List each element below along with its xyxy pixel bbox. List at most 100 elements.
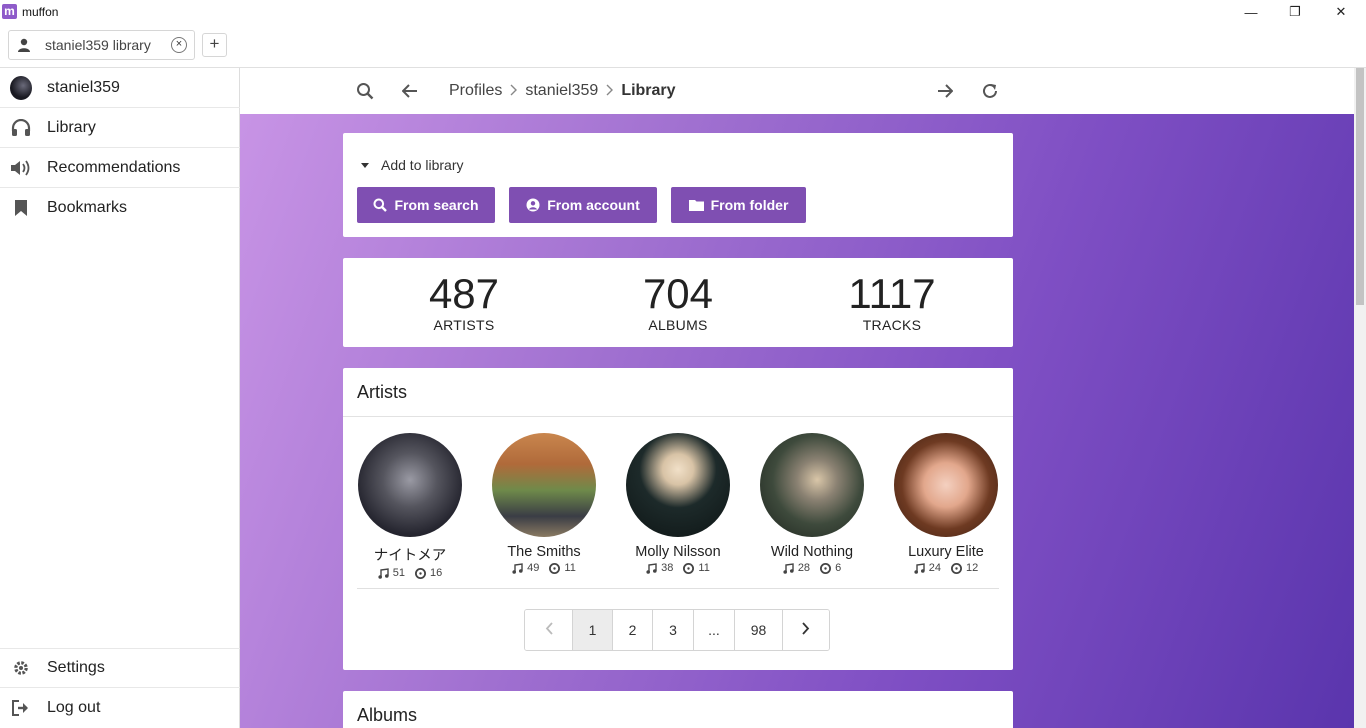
sidebar: staniel359 Library Recommendations Bookm… [0, 68, 240, 728]
stat-tracks[interactable]: 1117 TRACKS [792, 270, 992, 334]
sidebar-item-label: Library [47, 118, 96, 136]
back-arrow-icon[interactable] [399, 80, 421, 102]
sidebar-item-label: staniel359 [47, 78, 120, 96]
stat-label: TRACKS [862, 317, 922, 333]
artist-album-count: 16 [430, 567, 443, 579]
artist-item[interactable]: Wild Nothing 28 6 [750, 433, 874, 574]
artist-image [492, 433, 596, 537]
pagination-page-98[interactable]: 98 [735, 610, 783, 650]
add-to-library-card: Add to library From search From account … [343, 133, 1013, 237]
music-note-icon [378, 567, 389, 579]
stat-value: 487 [428, 270, 500, 317]
stat-artists[interactable]: 487 ARTISTS [364, 270, 564, 334]
music-note-icon [512, 562, 523, 574]
artist-item[interactable]: ナイトメア 51 16 [348, 433, 472, 579]
sidebar-item-settings[interactable]: Settings [0, 648, 240, 688]
pagination-page-2[interactable]: 2 [613, 610, 653, 650]
artist-item[interactable]: Luxury Elite 24 12 [884, 433, 1008, 574]
artist-item[interactable]: The Smiths 49 11 [482, 433, 606, 574]
minimize-button[interactable]: — [1228, 0, 1274, 24]
artist-name: ナイトメア [373, 548, 447, 564]
artist-stats: 51 16 [348, 567, 472, 579]
pagination-ellipsis: ... [694, 610, 735, 650]
artist-item[interactable]: Molly Nilsson 38 11 [616, 433, 740, 574]
album-disc-icon [683, 562, 695, 574]
sidebar-item-profile[interactable]: staniel359 [0, 68, 240, 108]
pagination-prev-button[interactable] [525, 610, 573, 650]
music-note-icon [783, 562, 794, 574]
artist-stats: 24 12 [884, 562, 1008, 574]
album-disc-icon [951, 562, 962, 574]
pagination-page-1[interactable]: 1 [573, 610, 613, 650]
add-to-library-label: Add to library [381, 157, 464, 173]
album-disc-icon [549, 562, 561, 574]
pagination: 1 2 3 ... 98 [524, 609, 830, 651]
user-icon [17, 38, 31, 52]
stat-albums[interactable]: 704 ALBUMS [578, 270, 778, 334]
sidebar-item-recommendations[interactable]: Recommendations [0, 148, 240, 188]
from-folder-button[interactable]: From folder [671, 187, 806, 223]
stat-value: 1117 [848, 270, 936, 317]
artist-track-count: 38 [661, 562, 674, 574]
sidebar-item-bookmarks[interactable]: Bookmarks [0, 188, 240, 228]
tab-staniel359-library[interactable]: staniel359 library × [8, 30, 195, 60]
stat-value: 704 [642, 270, 714, 317]
sidebar-item-label: Log out [47, 699, 101, 716]
section-title: Albums [357, 705, 418, 725]
search-icon [373, 198, 388, 212]
artist-album-count: 11 [698, 562, 710, 574]
artist-track-count: 24 [928, 562, 941, 574]
artist-track-count: 49 [527, 562, 540, 574]
sidebar-item-label: Bookmarks [47, 199, 128, 216]
breadcrumb-staniel359[interactable]: staniel359 [525, 82, 598, 100]
artist-image [626, 433, 730, 537]
artist-image [894, 433, 998, 537]
sidebar-item-label: Settings [47, 659, 105, 676]
music-note-icon [646, 562, 657, 574]
button-label: From search [394, 197, 479, 213]
add-tab-button[interactable]: + [202, 33, 227, 57]
from-account-button[interactable]: From account [509, 187, 657, 223]
tab-strip: staniel359 library × + [0, 24, 1366, 68]
headphones-icon [10, 118, 32, 138]
top-navigation: Profiles staniel359 Library [240, 68, 1354, 114]
add-to-library-toggle[interactable]: Add to library [361, 157, 463, 173]
artist-stats: 38 11 [616, 562, 740, 574]
pagination-next-button[interactable] [783, 610, 829, 650]
artist-track-count: 28 [797, 562, 811, 574]
refresh-icon[interactable] [979, 80, 1001, 102]
artists-card: Artists ナイトメア 51 16 The Smiths 49 11 Mol… [343, 368, 1013, 670]
artist-album-count: 11 [564, 562, 576, 574]
logout-icon [10, 698, 32, 718]
artist-image [358, 433, 462, 537]
scrollbar-thumb[interactable] [1356, 68, 1364, 305]
sidebar-item-label: Recommendations [47, 158, 181, 176]
album-disc-icon [820, 562, 832, 574]
tab-label: staniel359 library [45, 37, 151, 53]
speaker-icon [10, 158, 32, 178]
sidebar-item-logout[interactable]: Log out [0, 688, 240, 728]
app-logo: m [2, 4, 17, 19]
close-window-button[interactable]: ✕ [1318, 0, 1364, 24]
pagination-page-3[interactable]: 3 [653, 610, 694, 650]
breadcrumb-profiles[interactable]: Profiles [449, 82, 502, 100]
album-disc-icon [415, 567, 426, 579]
artist-stats: 28 6 [750, 562, 874, 574]
search-icon[interactable] [354, 80, 376, 102]
breadcrumb-library: Library [621, 82, 676, 99]
stat-label: ALBUMS [648, 317, 708, 333]
bookmark-icon [10, 198, 32, 218]
from-search-button[interactable]: From search [357, 187, 495, 223]
forward-arrow-icon[interactable] [934, 80, 956, 102]
sidebar-item-library[interactable]: Library [0, 108, 240, 148]
tab-close-icon[interactable]: × [171, 37, 187, 53]
music-note-icon [914, 562, 925, 574]
artist-track-count: 51 [392, 567, 405, 579]
section-title: Artists [343, 368, 1013, 417]
maximize-button[interactable]: ❐ [1272, 0, 1318, 24]
main-content: Profiles staniel359 Library Add to libra… [240, 68, 1354, 728]
artist-name: Luxury Elite [908, 544, 984, 560]
window-titlebar: m muffon — ❐ ✕ [0, 0, 1366, 24]
scrollbar[interactable] [1354, 68, 1366, 728]
albums-card: Albums [343, 691, 1013, 728]
